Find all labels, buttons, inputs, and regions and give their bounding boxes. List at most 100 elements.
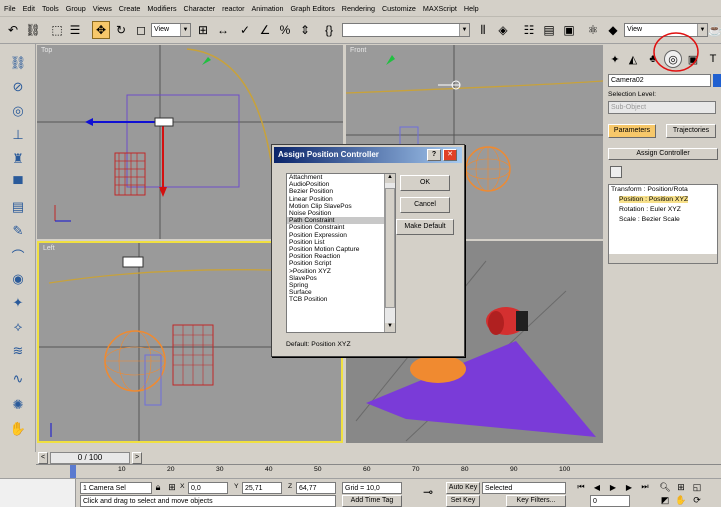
menu-item-group[interactable]: Group [66,4,86,13]
time-slider-thumb[interactable]: 0 / 100 [50,452,130,464]
menu-item-create[interactable]: Create [119,4,141,13]
controller-list-item[interactable]: Motion Clip SlavePos [287,203,395,210]
helper-icon[interactable]: ⟡ [8,318,28,336]
key-mode-dropdown[interactable]: Selected [482,482,566,494]
set-key-button[interactable]: Set Key [446,495,480,507]
bind-space-warp-icon[interactable]: ◎ [8,102,28,120]
percent-snap-icon[interactable]: % [276,21,294,39]
auto-key-button[interactable]: Auto Key [446,482,480,494]
z-coordinate-field[interactable]: 64,77 [296,482,336,494]
bone-icon[interactable]: ✦ [8,294,28,312]
menu-item-edit[interactable]: Edit [23,4,35,13]
snap-icon[interactable]: ✓ [236,21,254,39]
time-cursor[interactable] [70,465,76,478]
next-frame-icon[interactable]: ▶ [622,481,636,493]
controller-list-item[interactable]: Attachment [287,174,395,181]
absolute-mode-icon[interactable]: ⊞ [166,481,178,493]
controller-list-scrollbar[interactable]: ▲ ▼ [384,174,395,332]
key-icon[interactable]: ⊸ [418,485,438,499]
controller-list[interactable]: Attachment AudioPosition Bezier Position Li… [286,173,396,333]
lock-selection-icon[interactable]: 🔒︎ [152,481,164,493]
time-prev-icon[interactable]: < [38,452,48,464]
controller-list-item[interactable]: Surface [287,289,395,296]
named-selection-icon[interactable]: {} [320,21,338,39]
track-bar[interactable]: 10 20 30 40 50 60 70 80 90 100 [36,464,721,478]
wave-icon[interactable]: ∿ [8,370,28,388]
prev-frame-icon[interactable]: ◀ [590,481,604,493]
quick-render-icon[interactable]: ☕ [706,21,721,39]
path-icon[interactable]: ⌒ [8,246,28,264]
ring-icon[interactable]: ◉ [8,270,28,288]
modify-tab-icon[interactable]: ◭ [624,50,642,68]
object-name-field[interactable]: Camera02 [608,74,711,87]
menu-item-rendering[interactable]: Rendering [342,4,375,13]
controller-list-item[interactable]: Position Constraint [287,224,395,231]
add-time-tag-button[interactable]: Add Time Tag [342,495,402,507]
controller-list-item[interactable]: Bezier Position [287,188,395,195]
orbit-icon[interactable]: ⟳ [690,494,704,506]
controller-list-item[interactable]: Position Expression [287,232,395,239]
controller-list-item[interactable]: >Position XYZ [287,268,395,275]
goto-start-icon[interactable]: ⏮ [574,481,588,493]
align-icon[interactable]: ◈ [494,21,512,39]
x-coordinate-field[interactable]: 0,0 [188,482,228,494]
align-normal-icon[interactable]: ⊥ [8,126,28,144]
spacewarp-icon[interactable]: ≋ [8,342,28,360]
current-frame-field[interactable]: 0 [590,495,630,507]
tree-scrollbar[interactable] [609,254,717,263]
sub-object-dropdown[interactable]: Sub-Object [608,101,716,114]
menu-item-maxscript[interactable]: MAXScript [423,4,457,13]
time-slider[interactable]: < 0 / 100 > [36,452,604,464]
zoom-all-icon[interactable]: ⊞ [674,481,688,493]
help-button[interactable]: ? [427,149,441,161]
curve-editor-icon[interactable]: ▤ [540,21,558,39]
select-rotate-icon[interactable]: ↻ [112,21,130,39]
tab-parameters[interactable]: Parameters [608,124,656,138]
zoom-extents-icon[interactable]: ◱ [690,481,704,493]
mirror-icon[interactable]: ⫴ [474,21,492,39]
controller-list-item[interactable]: Linear Position [287,196,395,203]
angle-snap-icon[interactable]: ∠ [256,21,274,39]
make-default-button[interactable]: Make Default [396,219,454,235]
layers-icon[interactable]: ▤ [8,198,28,216]
select-scale-icon[interactable]: ◻ [132,21,150,39]
time-next-icon[interactable]: > [132,452,142,464]
controller-list-item[interactable]: SlavePos [287,275,395,282]
reference-coord-dropdown[interactable]: View ▼ [151,23,191,37]
cancel-button[interactable]: Cancel [400,197,450,213]
menu-item-customize[interactable]: Customize [382,4,416,13]
tree-item-transform[interactable]: Transform : Position/Rota [611,186,688,193]
link-icon[interactable]: ⛓ [8,54,28,72]
tab-trajectories[interactable]: Trajectories [666,124,716,138]
play-icon[interactable]: ▶ [606,481,620,493]
pivot-icon[interactable]: ⊞ [194,21,212,39]
menu-item-graph-editors[interactable]: Graph Editors [290,4,334,13]
controller-list-item[interactable]: Noise Position [287,210,395,217]
menu-item-file[interactable]: File [4,4,16,13]
shape-icon[interactable]: ✎ [8,222,28,240]
utilities-tab-icon[interactable]: T [704,50,721,68]
named-selection-dropdown[interactable]: ▼ [342,23,470,37]
create-tab-icon[interactable]: ✦ [606,50,624,68]
scroll-up-icon[interactable]: ▲ [385,174,395,183]
menu-item-views[interactable]: Views [93,4,112,13]
controller-list-item[interactable]: TCB Position [287,296,395,303]
tree-item-position[interactable]: Position : Position XYZ [619,196,689,203]
material-editor-icon[interactable]: ⚛ [584,21,602,39]
assign-controller-rollout[interactable]: Assign Controller [608,148,718,160]
maxscript-listener[interactable] [0,479,76,507]
object-color-swatch[interactable] [713,74,721,87]
menu-item-character[interactable]: Character [184,4,216,13]
ok-button[interactable]: OK [400,175,450,191]
controller-list-item[interactable]: Position Motion Capture [287,246,395,253]
controller-list-item[interactable]: Spring [287,282,395,289]
controller-list-item[interactable]: Position Reaction [287,253,395,260]
mirror-axis-icon[interactable]: ↔ [214,21,232,39]
menu-item-tools[interactable]: Tools [42,4,59,13]
controller-list-item[interactable]: Position List [287,239,395,246]
spinner-snap-icon[interactable]: ⇕ [296,21,314,39]
field-of-view-icon[interactable]: ◩ [658,494,672,506]
menu-item-modifiers[interactable]: Modifiers [147,4,176,13]
select-move-icon[interactable]: ✥ [92,21,110,39]
tree-item-scale[interactable]: Scale : Bezier Scale [619,216,680,223]
